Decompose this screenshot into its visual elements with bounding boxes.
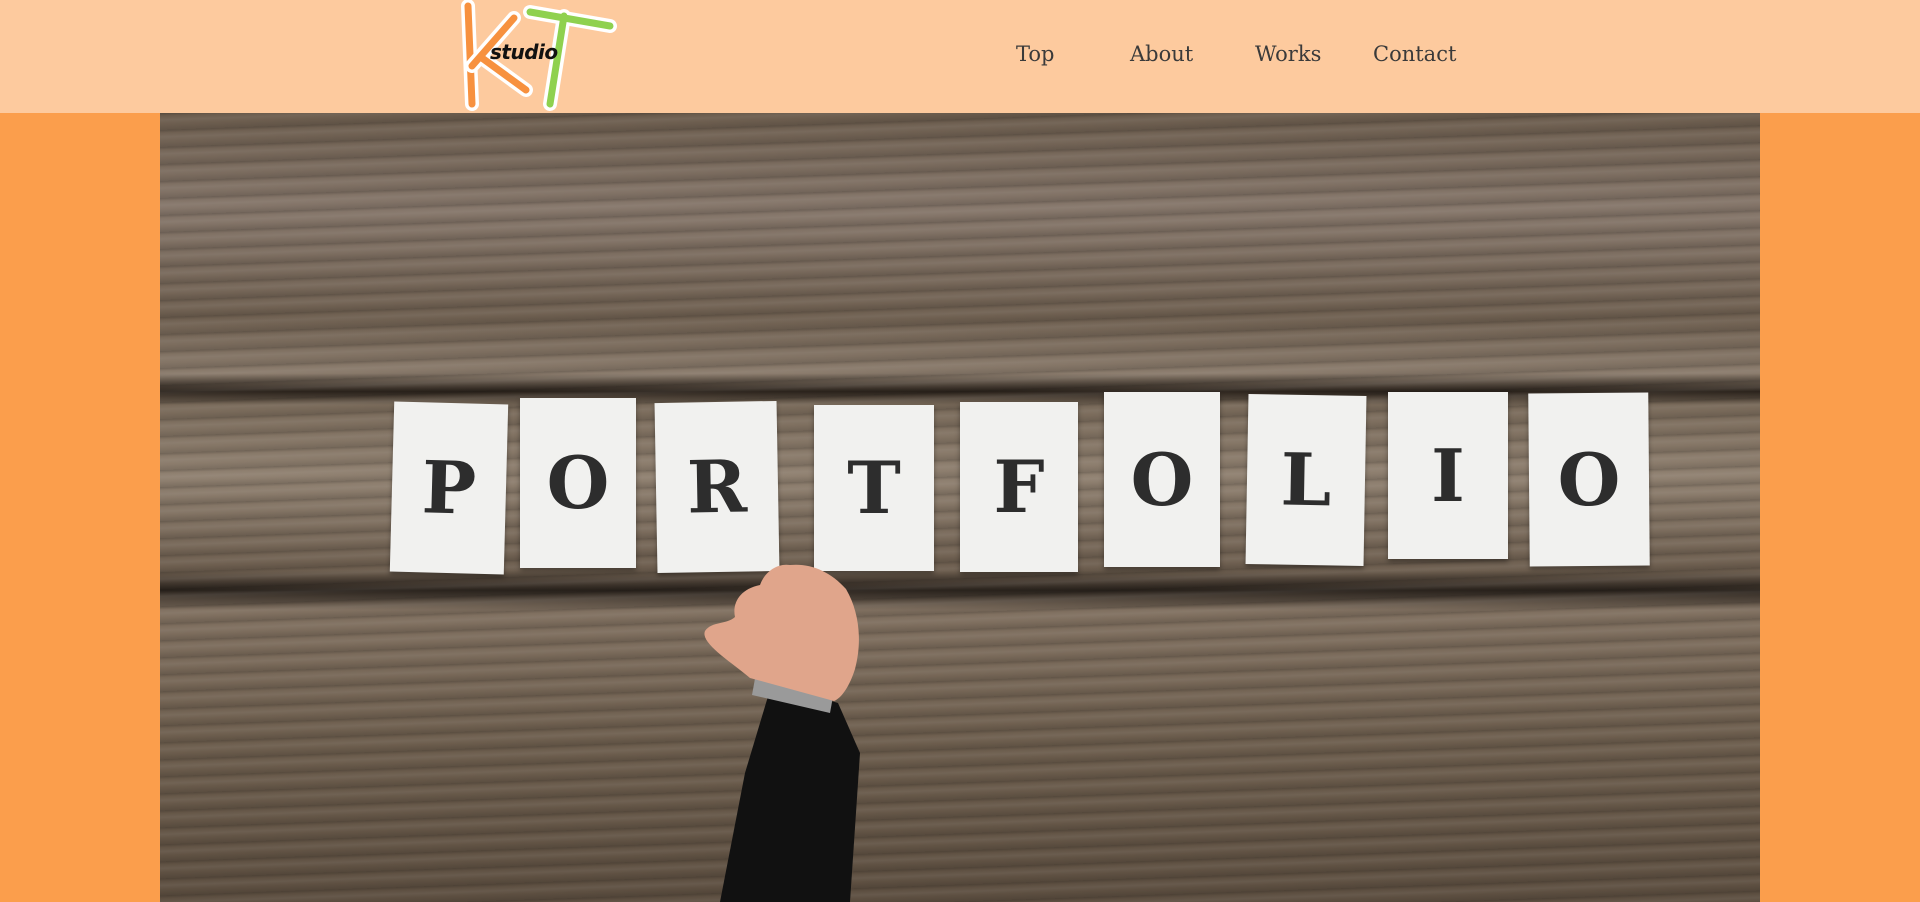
main-nav: Top About Works Contact: [0, 0, 1920, 113]
nav-about-link[interactable]: About: [1130, 42, 1193, 66]
nav-top-link[interactable]: Top: [1016, 42, 1054, 66]
site-header: studio Top About Works Contact: [0, 0, 1920, 113]
nav-contact-link[interactable]: Contact: [1373, 42, 1456, 66]
hero-image: P O R T F O L I O: [160, 113, 1760, 902]
nav-works-link[interactable]: Works: [1255, 42, 1321, 66]
hand-and-sleeve: [704, 564, 860, 902]
